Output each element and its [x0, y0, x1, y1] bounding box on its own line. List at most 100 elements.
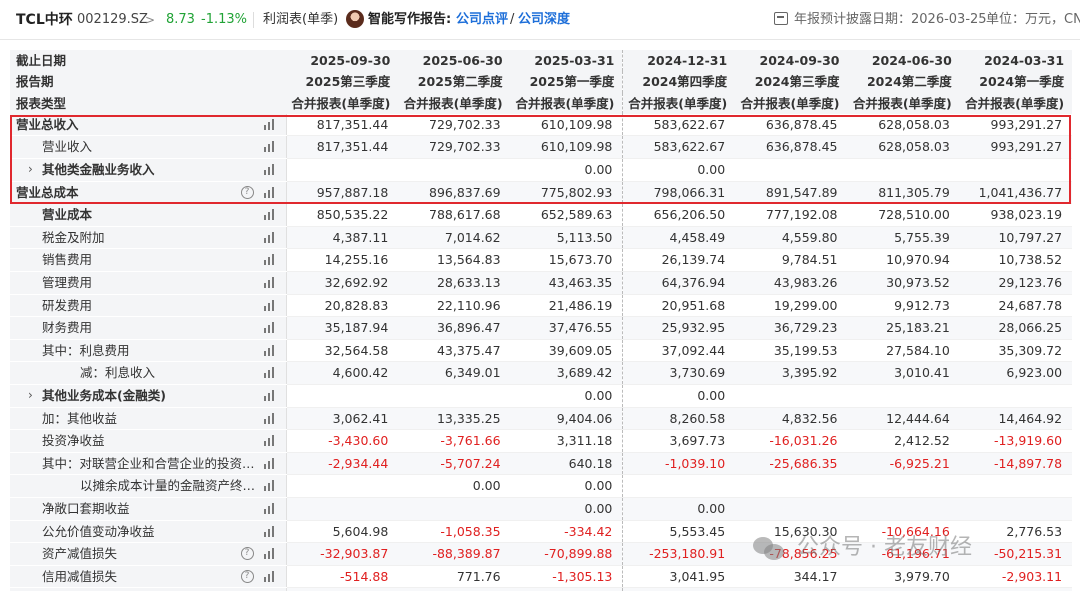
row-label-cell: 其中：对联营企业和合营企业的投资…: [10, 452, 286, 476]
company-review-link[interactable]: 公司点评: [456, 11, 508, 29]
value-cell: 3,689.42: [510, 361, 624, 386]
header-cell-date[interactable]: 2024-09-30: [735, 50, 848, 72]
value-cell: -1,305.13: [510, 565, 624, 589]
row-label: 加：其他收益: [42, 410, 118, 426]
bar-chart-icon[interactable]: [263, 322, 276, 334]
value-cell: 610,109.98: [510, 113, 624, 137]
bar-chart-icon[interactable]: [263, 390, 276, 402]
bar-chart-icon[interactable]: [263, 118, 276, 130]
value-cell: 6,349.01: [398, 361, 511, 386]
help-icon[interactable]: ?: [240, 547, 254, 561]
bar-chart-icon[interactable]: [263, 548, 276, 560]
company-depth-link[interactable]: 公司深度: [518, 11, 570, 29]
table-row: 财务费用 35,187.94 36,896.47 37,476.55 25,932.95…: [10, 316, 1073, 340]
value-cell: 3,697.73: [622, 429, 736, 453]
header-cell-period: 2024第二季度: [847, 71, 960, 93]
value-cell: [847, 384, 960, 408]
row-label: 研发费用: [42, 297, 93, 313]
watermark-text: 公众号 · 老友财经: [797, 535, 972, 560]
value-cell: [285, 474, 399, 498]
bar-chart-icon[interactable]: [263, 480, 276, 492]
bar-chart-icon[interactable]: [263, 367, 276, 379]
value-cell: 14,464.92: [959, 407, 1073, 431]
value-cell: 13,564.83: [398, 248, 511, 273]
bar-chart-icon[interactable]: [263, 209, 276, 221]
header-label: 截止日期: [10, 50, 286, 72]
bar-chart-icon[interactable]: [263, 412, 276, 424]
expand-arrow-icon[interactable]: ›: [28, 385, 33, 406]
bar-chart-icon[interactable]: [263, 164, 276, 176]
header-cell-date[interactable]: 2025-06-30: [398, 50, 511, 72]
divider: [253, 12, 254, 28]
bar-chart-icon[interactable]: [263, 570, 276, 582]
value-cell: 5,553.45: [622, 520, 736, 544]
header-cell-type: 合并报表(单季度): [286, 92, 399, 114]
value-cell: 5,604.98: [285, 520, 399, 544]
table-row: 其中：利息费用 32,564.58 43,375.47 39,609.05 37,092…: [10, 339, 1073, 363]
row-label: 销售费用: [42, 252, 93, 268]
value-cell: 22,110.96: [398, 294, 511, 318]
value-cell: 25,932.95: [622, 316, 736, 340]
value-cell: -2,934.44: [285, 452, 399, 476]
value-cell: 15,673.70: [510, 248, 624, 273]
bar-chart-icon[interactable]: [263, 525, 276, 537]
value-cell: 817,351.44: [285, 135, 399, 160]
company-name[interactable]: TCL中环: [16, 11, 73, 29]
header-cell-date[interactable]: 2025-03-31: [510, 50, 624, 72]
header-cell-date[interactable]: 2024-12-31: [622, 50, 736, 72]
calendar-icon: [774, 12, 788, 25]
value-cell: 3,979.70: [847, 565, 960, 589]
bar-chart-icon[interactable]: [263, 435, 276, 447]
value-cell: 8,260.58: [622, 407, 736, 431]
wechat-icon: [753, 535, 785, 561]
value-cell: -50,215.31: [959, 542, 1073, 566]
value-cell: [959, 384, 1073, 408]
value-cell: 811,305.79: [847, 181, 960, 205]
value-cell: 20,828.83: [285, 294, 399, 318]
expand-arrow-icon[interactable]: ›: [28, 159, 33, 180]
value-cell: 10,797.27: [959, 226, 1073, 250]
bar-chart-icon[interactable]: [263, 231, 276, 243]
table-row: 以摊余成本计量的金融资产终… 0.00 0.00: [10, 474, 1073, 498]
bar-chart-icon[interactable]: [263, 299, 276, 311]
value-cell: 777,192.08: [735, 203, 848, 227]
header-cell-date[interactable]: 2025-09-30: [286, 50, 399, 72]
bar-chart-icon[interactable]: [263, 186, 276, 198]
table-row: 研发费用 20,828.83 22,110.96 21,486.19 20,951.68…: [10, 294, 1073, 318]
bar-chart-icon[interactable]: [263, 254, 276, 266]
value-cell: -16,031.26: [735, 429, 848, 453]
value-cell: 4,387.11: [285, 226, 399, 250]
value-cell: 0.00: [622, 384, 736, 408]
value-cell: 817,351.44: [285, 113, 399, 137]
row-label: 信用减值损失: [42, 568, 118, 584]
value-cell: -70,899.88: [510, 542, 624, 566]
value-cell: 13,335.25: [398, 407, 511, 431]
bar-chart-icon[interactable]: [263, 277, 276, 289]
value-cell: [959, 158, 1073, 182]
value-cell: -1,058.35: [398, 520, 511, 544]
table-row: 销售费用 14,255.16 13,564.83 15,673.70 26,139.74…: [10, 248, 1073, 273]
value-cell: 628,058.03: [847, 113, 960, 137]
bar-chart-icon[interactable]: [263, 344, 276, 356]
value-cell: 7,014.62: [398, 226, 511, 250]
value-cell: 957,887.18: [285, 181, 399, 205]
row-label: 营业成本: [42, 207, 93, 223]
chevron-right-icon[interactable]: >: [145, 11, 155, 29]
help-icon[interactable]: ?: [240, 185, 254, 199]
table-row: 管理费用 32,692.92 28,633.13 43,463.35 64,376.94…: [10, 271, 1073, 295]
value-cell: 850,535.22: [285, 203, 399, 227]
value-cell: 36,729.23: [735, 316, 848, 340]
bar-chart-icon[interactable]: [263, 457, 276, 469]
value-cell: 32,692.92: [285, 271, 399, 295]
bar-chart-icon[interactable]: [263, 502, 276, 514]
header-cell-type: 合并报表(单季度): [510, 92, 624, 114]
stock-code[interactable]: 002129.SZ: [77, 11, 148, 29]
value-cell: 28,066.25: [959, 316, 1073, 340]
header-cell-date[interactable]: 2024-06-30: [847, 50, 960, 72]
bar-chart-icon[interactable]: [263, 141, 276, 153]
row-label: 以摊余成本计量的金融资产终…: [80, 478, 256, 494]
help-icon[interactable]: ?: [240, 569, 254, 583]
value-cell: 729,702.33: [398, 135, 511, 160]
header-cell-date[interactable]: 2024-03-31: [959, 50, 1073, 72]
value-cell: 3,395.92: [735, 361, 848, 386]
